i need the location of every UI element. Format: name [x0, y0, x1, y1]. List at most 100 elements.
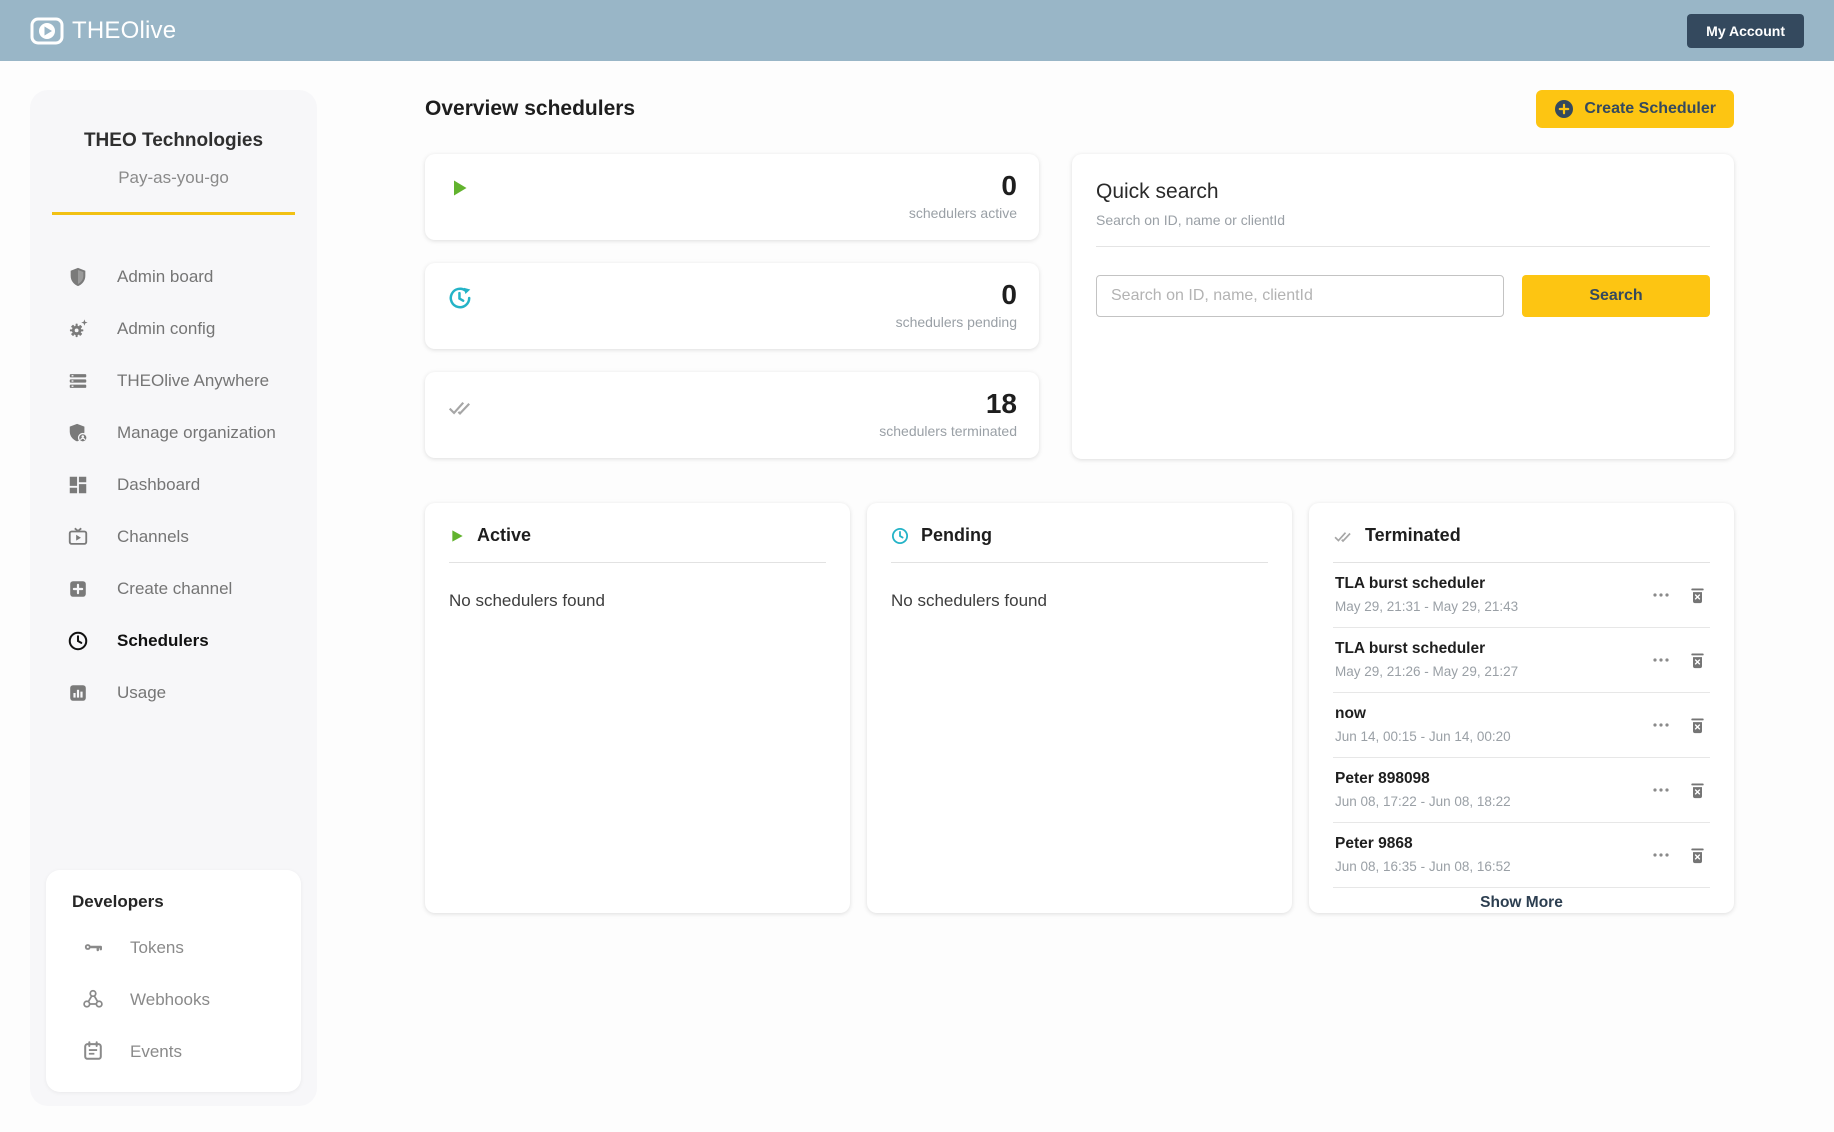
- sidebar-item-label: Events: [130, 1042, 182, 1062]
- terminated-row: TLA burst scheduler May 29, 21:31 - May …: [1333, 563, 1710, 628]
- shield-icon: [66, 265, 90, 289]
- delete-icon[interactable]: [1687, 779, 1708, 801]
- brand-name: THEOlive: [72, 17, 176, 45]
- theolive-logo-icon: [30, 17, 64, 45]
- play-icon: [449, 528, 465, 544]
- delete-icon[interactable]: [1687, 714, 1708, 736]
- scheduler-period: Jun 08, 16:35 - Jun 08, 16:52: [1335, 859, 1511, 874]
- scheduler-period: May 29, 21:31 - May 29, 21:43: [1335, 599, 1518, 614]
- active-schedulers-card: Active No schedulers found: [425, 503, 850, 913]
- sidebar-item-channels[interactable]: Channels: [30, 511, 317, 563]
- plus-square-icon: [66, 577, 90, 601]
- play-icon: [447, 176, 471, 228]
- sidebar-item-label: Manage organization: [117, 423, 276, 443]
- stat-label: schedulers terminated: [879, 423, 1017, 439]
- plus-circle-icon: [1554, 99, 1574, 119]
- show-more-button[interactable]: Show More: [1470, 888, 1573, 918]
- tv-play-icon: [66, 525, 90, 549]
- stats-column: 0 schedulers active 0 scheduler: [425, 154, 1039, 459]
- scheduler-period: Jun 08, 17:22 - Jun 08, 18:22: [1335, 794, 1511, 809]
- sidebar-item-dashboard[interactable]: Dashboard: [30, 459, 317, 511]
- empty-message: No schedulers found: [891, 591, 1268, 611]
- clock-outline-icon: [891, 527, 909, 545]
- top-header: THEOlive My Account: [0, 0, 1834, 61]
- divider: [1096, 246, 1710, 247]
- key-icon: [82, 936, 106, 960]
- terminated-row: Peter 898098 Jun 08, 17:22 - Jun 08, 18:…: [1333, 758, 1710, 823]
- my-account-button[interactable]: My Account: [1687, 14, 1804, 48]
- stat-value: 0: [896, 277, 1017, 312]
- sidebar-item-label: Usage: [117, 683, 166, 703]
- page-title: Overview schedulers: [425, 97, 635, 121]
- quick-search-card: Quick search Search on ID, name or clien…: [1072, 154, 1734, 459]
- sidebar-item-events[interactable]: Events: [46, 1026, 301, 1078]
- column-title: Terminated: [1365, 525, 1461, 546]
- sidebar-item-schedulers[interactable]: Schedulers: [30, 615, 317, 667]
- divider: [449, 562, 826, 563]
- scheduler-name: now: [1335, 705, 1511, 723]
- terminated-row: now Jun 14, 00:15 - Jun 14, 00:20: [1333, 693, 1710, 758]
- quick-search-title: Quick search: [1096, 180, 1710, 204]
- column-title: Pending: [921, 525, 992, 546]
- yellow-divider: [52, 212, 295, 215]
- server-list-icon: [66, 369, 90, 393]
- sidebar-item-label: Channels: [117, 527, 189, 547]
- sidebar-item-label: Schedulers: [117, 631, 209, 651]
- stat-card-terminated: 18 schedulers terminated: [425, 372, 1039, 458]
- empty-message: No schedulers found: [449, 591, 826, 611]
- search-input[interactable]: [1096, 275, 1504, 317]
- terminated-row: Peter 9868 Jun 08, 16:35 - Jun 08, 16:52: [1333, 823, 1710, 888]
- brand-logo: THEOlive: [30, 17, 176, 45]
- more-options-button[interactable]: [1651, 590, 1671, 600]
- column-title: Active: [477, 525, 531, 546]
- developers-title: Developers: [46, 892, 301, 912]
- delete-icon[interactable]: [1687, 649, 1708, 671]
- create-scheduler-label: Create Scheduler: [1584, 100, 1716, 118]
- divider: [891, 562, 1268, 563]
- gear-sparkle-icon: [66, 317, 90, 341]
- bar-chart-icon: [66, 681, 90, 705]
- scheduler-name: Peter 9868: [1335, 835, 1511, 853]
- dashboard-grid-icon: [66, 473, 90, 497]
- scheduler-name: TLA burst scheduler: [1335, 640, 1518, 658]
- scheduler-period: May 29, 21:26 - May 29, 21:27: [1335, 664, 1518, 679]
- webhook-icon: [82, 988, 106, 1012]
- scheduler-period: Jun 14, 00:15 - Jun 14, 00:20: [1335, 729, 1511, 744]
- sidebar-item-label: Dashboard: [117, 475, 200, 495]
- sidebar-item-admin-config[interactable]: Admin config: [30, 303, 317, 355]
- more-options-button[interactable]: [1651, 785, 1671, 795]
- delete-icon[interactable]: [1687, 844, 1708, 866]
- sidebar-item-manage-organization[interactable]: Manage organization: [30, 407, 317, 459]
- sidebar-item-theolive-anywhere[interactable]: THEOlive Anywhere: [30, 355, 317, 407]
- sidebar-item-label: Webhooks: [130, 990, 210, 1010]
- sidebar-item-label: Create channel: [117, 579, 232, 599]
- search-button[interactable]: Search: [1522, 275, 1710, 317]
- more-options-button[interactable]: [1651, 655, 1671, 665]
- organization-plan: Pay-as-you-go: [30, 168, 317, 188]
- create-scheduler-button[interactable]: Create Scheduler: [1536, 90, 1734, 128]
- more-options-button[interactable]: [1651, 720, 1671, 730]
- sidebar-item-label: Admin board: [117, 267, 213, 287]
- stat-card-pending: 0 schedulers pending: [425, 263, 1039, 349]
- sidebar-item-webhooks[interactable]: Webhooks: [46, 974, 301, 1026]
- scheduler-name: Peter 898098: [1335, 770, 1511, 788]
- sidebar-item-usage[interactable]: Usage: [30, 667, 317, 719]
- main-content: Overview schedulers Create Scheduler 0 s…: [425, 90, 1734, 1106]
- sidebar-item-label: Tokens: [130, 938, 184, 958]
- sidebar-item-label: Admin config: [117, 319, 215, 339]
- stat-value: 0: [909, 168, 1017, 203]
- org-shield-icon: [66, 421, 90, 445]
- terminated-row: TLA burst scheduler May 29, 21:26 - May …: [1333, 628, 1710, 693]
- sidebar-item-label: THEOlive Anywhere: [117, 371, 269, 391]
- more-options-button[interactable]: [1651, 850, 1671, 860]
- delete-icon[interactable]: [1687, 584, 1708, 606]
- sidebar-item-admin-board[interactable]: Admin board: [30, 251, 317, 303]
- stat-value: 18: [879, 386, 1017, 421]
- sidebar-nav: Admin board: [30, 251, 317, 719]
- double-check-icon: [1333, 526, 1353, 546]
- sidebar-item-create-channel[interactable]: Create channel: [30, 563, 317, 615]
- stat-label: schedulers pending: [896, 314, 1017, 330]
- scheduler-name: TLA burst scheduler: [1335, 575, 1518, 593]
- sidebar-item-tokens[interactable]: Tokens: [46, 922, 301, 974]
- history-clock-icon: [447, 285, 473, 337]
